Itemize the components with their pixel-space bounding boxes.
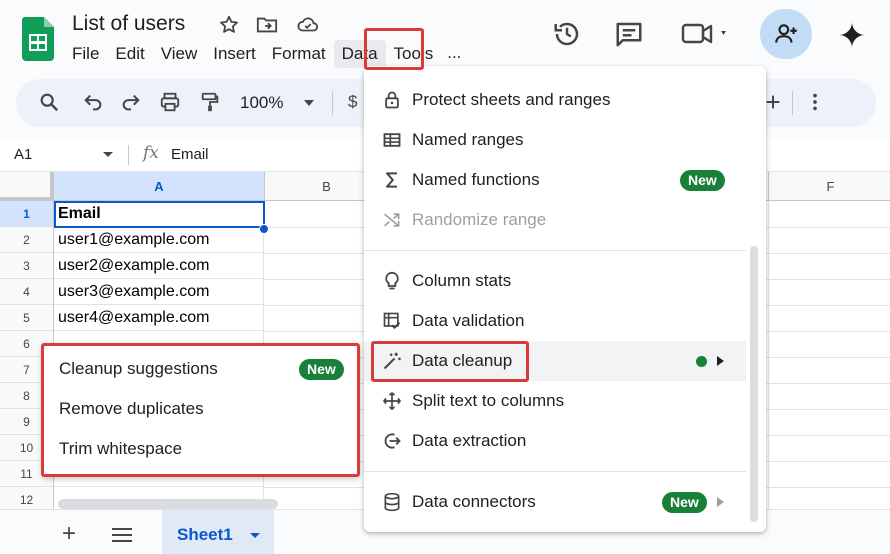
cell-a3[interactable]: user2@example.com bbox=[54, 253, 264, 279]
submenu-arrow-icon bbox=[717, 497, 724, 507]
lock-icon bbox=[382, 90, 402, 110]
menu-item-label: Protect sheets and ranges bbox=[412, 90, 611, 109]
select-all-corner[interactable] bbox=[0, 172, 54, 201]
menu-item-named-functions[interactable]: Named functions New bbox=[364, 160, 766, 200]
menu-item-named-ranges[interactable]: Named ranges bbox=[364, 120, 766, 160]
toolbar-divider-right bbox=[792, 91, 793, 115]
menu-item-label: Data extraction bbox=[412, 431, 527, 450]
menu-item-label: Named ranges bbox=[412, 130, 524, 149]
move-folder-icon[interactable] bbox=[256, 14, 280, 38]
cell-a2[interactable]: user1@example.com bbox=[54, 227, 264, 253]
highlight-data-menu bbox=[364, 28, 424, 70]
version-history-icon[interactable] bbox=[552, 19, 582, 49]
redo-icon[interactable] bbox=[120, 91, 144, 115]
shuffle-icon bbox=[382, 210, 402, 230]
menu-item-randomize-range: Randomize range bbox=[364, 200, 766, 240]
menu-separator bbox=[364, 250, 746, 251]
sheets-logo-icon[interactable] bbox=[22, 17, 54, 61]
comments-icon[interactable] bbox=[614, 19, 644, 49]
menu-item-data-connectors[interactable]: Data connectors New bbox=[364, 482, 766, 522]
active-cell-selection bbox=[54, 201, 265, 228]
currency-format-button[interactable]: $ bbox=[348, 92, 357, 112]
menu-item-column-stats[interactable]: Column stats bbox=[364, 261, 766, 301]
search-menus-icon[interactable] bbox=[38, 91, 62, 115]
sheet-tab-label: Sheet1 bbox=[177, 525, 233, 544]
menu-more[interactable]: ... bbox=[441, 40, 467, 68]
row-header[interactable]: 5 bbox=[0, 305, 54, 331]
menu-insert[interactable]: Insert bbox=[205, 40, 264, 68]
menu-edit[interactable]: Edit bbox=[107, 40, 152, 68]
lightbulb-icon bbox=[382, 271, 402, 291]
cell-a5[interactable]: user4@example.com bbox=[54, 305, 264, 331]
data-menu-dropdown: Protect sheets and ranges Named ranges N… bbox=[364, 66, 766, 532]
sheet-tab-caret-icon[interactable] bbox=[250, 533, 260, 538]
menu-item-label: Split text to columns bbox=[412, 391, 565, 410]
row-header[interactable]: 2 bbox=[0, 227, 54, 253]
extract-icon bbox=[382, 431, 402, 451]
paint-format-icon[interactable] bbox=[199, 91, 223, 115]
menu-item-label: Data validation bbox=[412, 311, 525, 330]
column-header-f[interactable]: F bbox=[769, 172, 890, 201]
horizontal-scrollbar[interactable] bbox=[58, 499, 278, 509]
fx-icon: fx bbox=[143, 143, 159, 163]
name-box[interactable]: A1 bbox=[14, 146, 32, 163]
row-header[interactable]: 1 bbox=[0, 201, 54, 227]
menu-item-label: Randomize range bbox=[412, 210, 547, 229]
zoom-select[interactable]: 100% bbox=[240, 93, 283, 113]
document-title[interactable]: List of users bbox=[72, 12, 185, 36]
sheet-tab[interactable]: Sheet1 bbox=[162, 510, 274, 554]
menu-item-data-validation[interactable]: Data validation bbox=[364, 301, 766, 341]
fill-handle[interactable] bbox=[259, 224, 269, 234]
status-dot bbox=[696, 356, 707, 367]
formula-bar-divider bbox=[128, 145, 129, 165]
meet-camera-icon[interactable] bbox=[681, 20, 731, 50]
menu-view[interactable]: View bbox=[153, 40, 206, 68]
name-box-caret-icon[interactable] bbox=[103, 152, 113, 157]
gridline bbox=[768, 201, 769, 509]
submenu-arrow-icon bbox=[717, 356, 724, 366]
column-header-a[interactable]: A bbox=[54, 172, 265, 201]
undo-icon[interactable] bbox=[82, 91, 106, 115]
menu-item-label: Named functions bbox=[412, 170, 540, 189]
new-badge: New bbox=[680, 170, 725, 191]
cell-a4[interactable]: user3@example.com bbox=[54, 279, 264, 305]
highlight-cleanup-submenu bbox=[41, 343, 360, 477]
zoom-caret-icon[interactable] bbox=[304, 100, 314, 106]
toolbar-divider bbox=[332, 91, 333, 115]
menu-separator bbox=[364, 471, 746, 472]
row-header[interactable]: 4 bbox=[0, 279, 54, 305]
highlight-data-cleanup bbox=[371, 341, 529, 382]
row-header[interactable]: 3 bbox=[0, 253, 54, 279]
print-icon[interactable] bbox=[159, 91, 183, 115]
cloud-saved-icon[interactable] bbox=[296, 14, 320, 38]
split-icon bbox=[382, 391, 402, 411]
menu-file[interactable]: File bbox=[64, 40, 107, 68]
top-app-bar: List of users File Edit View Insert Form… bbox=[0, 0, 890, 72]
formula-input[interactable]: Email bbox=[171, 146, 209, 163]
data-validation-icon bbox=[382, 311, 402, 331]
menu-item-protect-sheets[interactable]: Protect sheets and ranges bbox=[364, 80, 766, 120]
menu-scrollbar[interactable] bbox=[750, 246, 758, 522]
star-icon[interactable] bbox=[218, 14, 242, 38]
row-header[interactable]: 12 bbox=[0, 487, 54, 509]
more-vert-icon[interactable] bbox=[804, 91, 828, 115]
add-sheet-button[interactable]: + bbox=[62, 520, 76, 548]
menu-item-label: Data connectors bbox=[412, 492, 536, 511]
gemini-sparkle-icon[interactable] bbox=[838, 21, 868, 51]
menu-item-data-extraction[interactable]: Data extraction bbox=[364, 421, 766, 461]
menu-format[interactable]: Format bbox=[264, 40, 334, 68]
share-button[interactable] bbox=[760, 9, 812, 59]
new-badge: New bbox=[662, 492, 707, 513]
sigma-icon bbox=[382, 170, 402, 190]
database-icon bbox=[382, 492, 402, 512]
all-sheets-menu-icon[interactable] bbox=[112, 528, 132, 542]
add-person-icon bbox=[775, 24, 797, 43]
table-icon bbox=[382, 130, 402, 150]
menu-item-split-text[interactable]: Split text to columns bbox=[364, 381, 766, 421]
menu-item-label: Column stats bbox=[412, 271, 512, 290]
